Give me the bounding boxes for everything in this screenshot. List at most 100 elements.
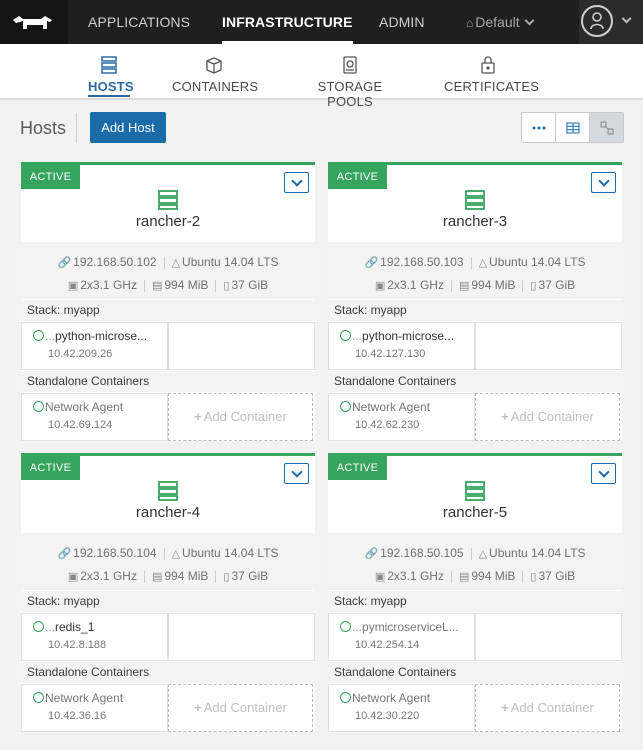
host-info: 🔗 192.168.50.103 △ Ubuntu 14.04 LTS ▣ 2x3.1 …	[328, 242, 622, 299]
add-container-button[interactable]: + Add Container	[475, 684, 620, 732]
host-cpu: 2x3.1 GHz	[387, 278, 444, 292]
add-container-button[interactable]: + Add Container	[475, 393, 620, 441]
container-item[interactable]: Network Agent 10.42.62.230	[328, 393, 475, 441]
status-ring-icon	[33, 692, 44, 703]
container-item[interactable]: Network Agent 10.42.36.16	[21, 684, 168, 732]
tab-storage-pools[interactable]: STORAGE POOLS	[297, 44, 403, 109]
host-actions-dropdown[interactable]	[284, 463, 309, 484]
container-ip: 10.42.62.230	[355, 419, 420, 431]
host-os: Ubuntu 14.04 LTS	[489, 546, 586, 560]
host-ip: 192.168.50.103	[380, 255, 464, 269]
status-badge: ACTIVE	[21, 456, 80, 480]
nav-infrastructure[interactable]: INFRASTRUCTURE	[222, 0, 353, 44]
host-info: 🔗 192.168.50.104 △ Ubuntu 14.04 LTS ▣ 2x3.1 …	[21, 533, 315, 590]
container-name: redis_1	[55, 620, 95, 634]
add-container-button[interactable]: + Add Container	[168, 393, 313, 441]
rancher-logo[interactable]	[0, 0, 68, 44]
container-item[interactable]: ...pymicroserviceL... 10.42.254.14	[328, 613, 475, 661]
nav-applications[interactable]: APPLICATIONS	[88, 0, 190, 44]
memory-icon: ▤	[151, 280, 163, 292]
environment-selector[interactable]: ⌂ Default	[466, 0, 535, 44]
container-name: python-microse...	[55, 329, 148, 343]
host-name[interactable]: rancher-3	[328, 213, 622, 230]
plus-icon: +	[501, 409, 509, 424]
environment-name: Default	[475, 14, 520, 30]
hosts-icon	[101, 56, 117, 74]
view-link-button[interactable]	[590, 113, 623, 142]
cpu-icon: ▣	[374, 571, 386, 583]
container-ip: 10.42.127.130	[355, 348, 426, 360]
sub-nav: HOSTS CONTAINERS STORAGE POOLS CERTIFICA…	[0, 44, 643, 109]
container-ip: 10.42.209.26	[48, 348, 113, 360]
home-icon: ⌂	[466, 16, 474, 30]
view-list-button[interactable]	[522, 113, 556, 142]
plus-icon: +	[194, 409, 202, 424]
container-item[interactable]: Network Agent 10.42.30.220	[328, 684, 475, 732]
status-badge: ACTIVE	[328, 456, 387, 480]
container-name: Network Agent	[45, 691, 124, 705]
container-item[interactable]: ...redis_1 10.42.8.188	[21, 613, 168, 661]
host-name[interactable]: rancher-2	[21, 213, 315, 230]
container-ip: 10.42.254.14	[355, 639, 420, 651]
tab-containers-label: CONTAINERS	[172, 79, 259, 94]
linux-icon: △	[478, 257, 488, 269]
stack-header[interactable]: Stack: myapp	[328, 591, 622, 612]
host-disk: 37 GiB	[538, 278, 576, 292]
host-actions-dropdown[interactable]	[591, 172, 616, 193]
linux-icon: △	[171, 257, 181, 269]
host-info: 🔗 192.168.50.102 △ Ubuntu 14.04 LTS ▣ 2x3.1 …	[21, 242, 315, 299]
host-disk: 37 GiB	[231, 278, 269, 292]
add-container-button[interactable]: + Add Container	[168, 684, 313, 732]
stack-header[interactable]: Stack: myapp	[21, 591, 315, 612]
host-actions-dropdown[interactable]	[284, 172, 309, 193]
view-grid-button[interactable]	[556, 113, 590, 142]
status-badge: ACTIVE	[21, 165, 80, 189]
host-name[interactable]: rancher-5	[328, 504, 622, 521]
user-menu[interactable]	[579, 0, 643, 44]
host-os: Ubuntu 14.04 LTS	[182, 546, 279, 560]
cattle-icon	[13, 16, 52, 29]
link-icon: 🔗	[57, 548, 72, 560]
status-ring-icon	[33, 621, 44, 632]
host-actions-dropdown[interactable]	[591, 463, 616, 484]
container-item[interactable]: ...python-microse... 10.42.127.130	[328, 322, 475, 370]
linux-icon: △	[478, 548, 488, 560]
status-ring-icon	[33, 330, 44, 341]
container-ip: 10.42.36.16	[48, 710, 107, 722]
stack-header[interactable]: Stack: myapp	[328, 300, 622, 321]
host-server-icon	[465, 481, 485, 501]
host-name[interactable]: rancher-4	[21, 504, 315, 521]
avatar	[581, 5, 613, 37]
empty-slot	[168, 322, 315, 370]
certificate-icon	[481, 56, 495, 74]
add-host-button[interactable]: Add Host	[90, 112, 166, 143]
memory-icon: ▤	[458, 571, 470, 583]
tab-storage-pools-label: STORAGE POOLS	[317, 79, 383, 109]
disk-icon: ▯	[530, 280, 537, 292]
container-item[interactable]: ...python-microse... 10.42.209.26	[21, 322, 168, 370]
host-os: Ubuntu 14.04 LTS	[182, 255, 279, 269]
empty-slot	[168, 613, 315, 661]
stack-header[interactable]: Stack: myapp	[21, 300, 315, 321]
host-server-icon	[465, 190, 485, 210]
tab-containers[interactable]: CONTAINERS	[172, 44, 259, 98]
container-ip: 10.42.8.188	[48, 639, 107, 651]
empty-slot	[475, 322, 622, 370]
status-ring-icon	[33, 401, 44, 412]
container-item[interactable]: Network Agent 10.42.69.124	[21, 393, 168, 441]
host-card: ACTIVE rancher-2 🔗 192.168.50.102 △ Ubuntu …	[21, 162, 315, 441]
tab-certificates[interactable]: CERTIFICATES	[444, 44, 539, 98]
status-ring-icon	[340, 621, 351, 632]
nav-admin[interactable]: ADMIN	[379, 0, 425, 44]
chevron-down-icon	[524, 15, 535, 26]
cpu-icon: ▣	[67, 571, 79, 583]
host-disk: 37 GiB	[538, 569, 576, 583]
linux-icon: △	[171, 548, 181, 560]
host-cpu: 2x3.1 GHz	[80, 278, 137, 292]
container-name: Network Agent	[45, 400, 124, 414]
tab-hosts[interactable]: HOSTS	[88, 44, 134, 98]
host-os: Ubuntu 14.04 LTS	[489, 255, 586, 269]
container-icon	[206, 57, 222, 74]
status-badge: ACTIVE	[328, 165, 387, 189]
empty-slot	[475, 613, 622, 661]
